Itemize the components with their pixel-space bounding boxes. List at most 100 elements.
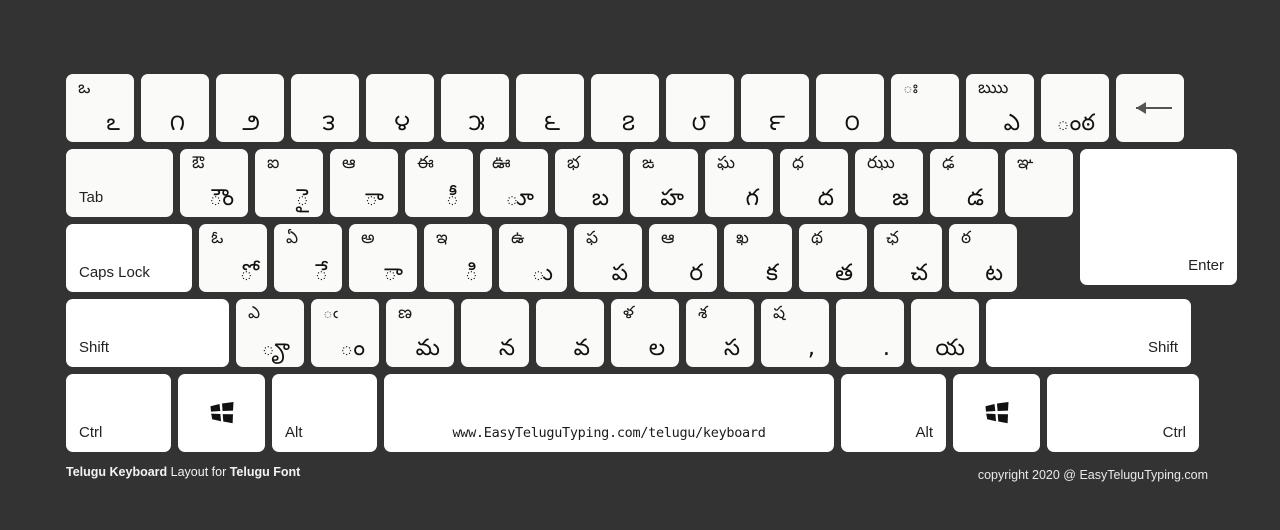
- key-glyph-shift: ఈ: [417, 153, 434, 173]
- key-quote[interactable]: ఠ ట: [949, 224, 1017, 292]
- key-h[interactable]: ఫ ప: [574, 224, 642, 292]
- key-glyph-base: ౩: [322, 109, 335, 136]
- key-glyph-base: ీ: [445, 184, 459, 211]
- key-glyph-base: ా: [383, 259, 403, 286]
- key-glyph-base: .: [882, 334, 890, 361]
- key-glyph-shift: ఆ: [342, 153, 356, 173]
- key-e[interactable]: ఆ ా: [330, 149, 398, 217]
- key-c[interactable]: ణ మ: [386, 299, 454, 367]
- key-alt-left[interactable]: Alt: [272, 374, 377, 452]
- key-glyph-shift: ఘ: [717, 153, 735, 173]
- key-b[interactable]: వ: [536, 299, 604, 367]
- key-glyph-base: త: [835, 259, 853, 286]
- key-glyph-shift: ళ: [623, 303, 634, 323]
- key-backquote[interactable]: ఒ ఽ: [66, 74, 134, 142]
- key-5[interactable]: ౫: [441, 74, 509, 142]
- key-glyph-base: న: [498, 334, 515, 361]
- key-glyph-base: డ: [966, 184, 984, 211]
- footer-caption-bold-1: Telugu Keyboard: [66, 465, 168, 479]
- key-1[interactable]: ౧: [141, 74, 209, 142]
- key-backspace[interactable]: [1116, 74, 1184, 142]
- key-glyph-shift: ఢ: [942, 153, 955, 173]
- key-bracket-right[interactable]: ఞ: [1005, 149, 1073, 217]
- key-a[interactable]: ఓ ో: [199, 224, 267, 292]
- key-o[interactable]: ధ ద: [780, 149, 848, 217]
- key-z[interactable]: ఎ ౄ: [236, 299, 304, 367]
- key-comma[interactable]: ష ,: [761, 299, 829, 367]
- key-enter-upper[interactable]: [1080, 149, 1237, 217]
- key-glyph-base: ౌం: [209, 184, 234, 211]
- key-n[interactable]: ళ ల: [611, 299, 679, 367]
- key-glyph-shift: ఇ: [436, 228, 448, 248]
- key-i[interactable]: ఘ గ: [705, 149, 773, 217]
- telugu-keyboard: ఒ ఽ ౧ ౨ ౩ ౪ ౫ ౬ ౭ ౮ ౯ ౦ ః ఋు ఎ ంఠ Tab ఔ …: [66, 74, 1237, 452]
- key-7[interactable]: ౭: [591, 74, 659, 142]
- key-bracket-left[interactable]: ఢ డ: [930, 149, 998, 217]
- footer-caption-plain: Layout for: [167, 465, 230, 479]
- key-3[interactable]: ౩: [291, 74, 359, 142]
- key-glyph-base: ప: [611, 259, 628, 286]
- key-minus[interactable]: ః: [891, 74, 959, 142]
- key-y[interactable]: భ బ: [555, 149, 623, 217]
- key-u[interactable]: ఙ హ: [630, 149, 698, 217]
- key-enter[interactable]: Enter: [1080, 149, 1237, 292]
- key-alt-right[interactable]: Alt: [841, 374, 946, 452]
- key-period[interactable]: .: [836, 299, 904, 367]
- key-t[interactable]: ఊ ూ: [480, 149, 548, 217]
- key-j[interactable]: ఆ ర: [649, 224, 717, 292]
- key-6[interactable]: ౬: [516, 74, 584, 142]
- key-glyph-base: మ: [415, 334, 440, 361]
- key-bracket-extra[interactable]: ంఠ: [1041, 74, 1109, 142]
- key-glyph-shift: ష: [773, 303, 786, 323]
- key-glyph-base: ు: [531, 259, 553, 286]
- key-g[interactable]: ఉ ు: [499, 224, 567, 292]
- key-slash[interactable]: య: [911, 299, 979, 367]
- key-shift-right[interactable]: Shift: [986, 299, 1191, 367]
- key-glyph-base: జ: [892, 184, 909, 211]
- key-glyph-base: ౬: [543, 109, 560, 136]
- key-enter-lower[interactable]: Enter: [1080, 217, 1237, 285]
- key-2[interactable]: ౨: [216, 74, 284, 142]
- key-m[interactable]: శ స: [686, 299, 754, 367]
- key-0[interactable]: ౦: [816, 74, 884, 142]
- key-glyph-base: ఽ: [106, 109, 120, 136]
- key-r[interactable]: ఈ ీ: [405, 149, 473, 217]
- key-9[interactable]: ౯: [741, 74, 809, 142]
- key-glyph-base: ూ: [505, 184, 534, 211]
- key-shift-left[interactable]: Shift: [66, 299, 229, 367]
- keyboard-row-numbers: ఒ ఽ ౧ ౨ ౩ ౪ ౫ ౬ ౭ ౮ ౯ ౦ ః ఋు ఎ ంఠ: [66, 74, 1208, 142]
- key-ctrl-left[interactable]: Ctrl: [66, 374, 171, 452]
- key-tab[interactable]: Tab: [66, 149, 173, 217]
- key-f[interactable]: ఇ ి: [424, 224, 492, 292]
- key-glyph-shift: ఙ: [642, 153, 655, 173]
- key-glyph-base: ౧: [169, 109, 185, 136]
- key-glyph-shift: ఏ: [286, 228, 299, 248]
- key-semicolon[interactable]: ఛ చ: [874, 224, 942, 292]
- key-space[interactable]: www.EasyTeluguTyping.com/telugu/keyboard: [384, 374, 834, 452]
- key-win-right[interactable]: [953, 374, 1040, 452]
- key-glyph-base: ై: [295, 184, 309, 211]
- key-caps-lock[interactable]: Caps Lock: [66, 224, 192, 292]
- key-equal[interactable]: ఋు ఎ: [966, 74, 1034, 142]
- key-s[interactable]: ఏ ే: [274, 224, 342, 292]
- key-q[interactable]: ఔ ౌం: [180, 149, 248, 217]
- key-glyph-base: వ: [573, 334, 590, 361]
- key-ctrl-right[interactable]: Ctrl: [1047, 374, 1199, 452]
- key-d[interactable]: అ ా: [349, 224, 417, 292]
- key-glyph-base: గ: [745, 184, 759, 211]
- key-glyph-shift: ఠ: [961, 228, 972, 248]
- key-l[interactable]: థ త: [799, 224, 867, 292]
- key-glyph-base: ౫: [468, 109, 485, 136]
- key-win-left[interactable]: [178, 374, 265, 452]
- key-w[interactable]: ఐ ై: [255, 149, 323, 217]
- key-x[interactable]: ఁ ం: [311, 299, 379, 367]
- key-glyph-shift: ఊ: [492, 153, 511, 173]
- key-k[interactable]: ఖ క: [724, 224, 792, 292]
- key-v[interactable]: న: [461, 299, 529, 367]
- key-8[interactable]: ౮: [666, 74, 734, 142]
- key-glyph-shift: ఒ: [78, 78, 91, 98]
- key-p[interactable]: ఝు జ: [855, 149, 923, 217]
- key-glyph-shift: ఋు: [978, 78, 1009, 98]
- key-4[interactable]: ౪: [366, 74, 434, 142]
- spacebar-url-label: www.EasyTeluguTyping.com/telugu/keyboard: [452, 425, 766, 441]
